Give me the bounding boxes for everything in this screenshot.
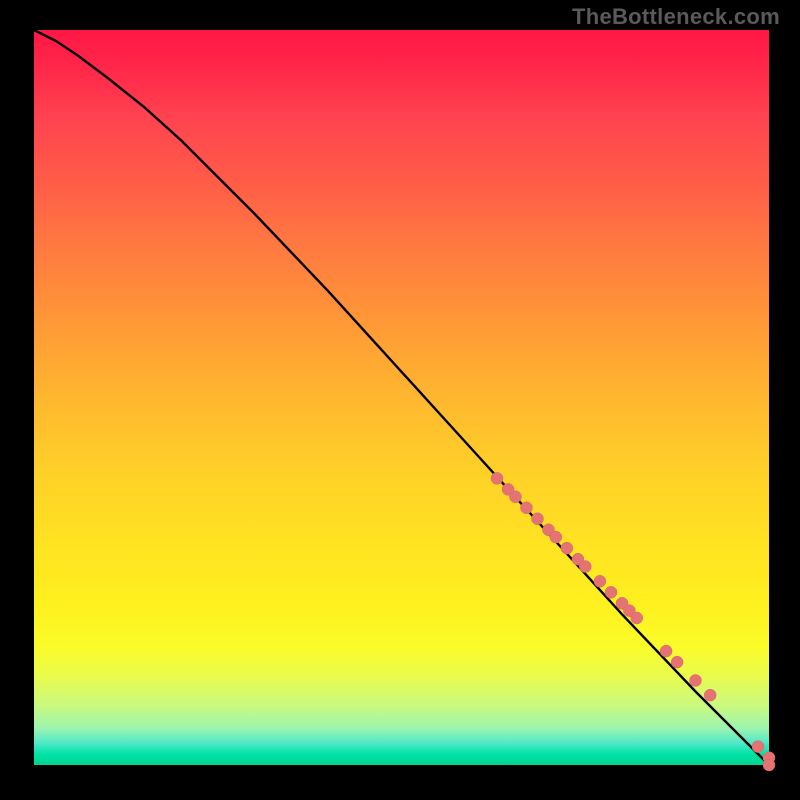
data-point	[631, 612, 643, 624]
chart-frame: TheBottleneck.com	[0, 0, 800, 800]
data-point	[550, 531, 562, 543]
chart-svg	[34, 30, 769, 765]
data-point	[605, 586, 617, 598]
data-point	[763, 759, 775, 771]
data-point	[704, 689, 716, 701]
curve-line	[34, 30, 769, 765]
data-point	[509, 491, 521, 503]
data-point	[579, 561, 591, 573]
data-point	[531, 513, 543, 525]
data-point	[690, 674, 702, 686]
data-point	[594, 575, 606, 587]
data-point	[491, 472, 503, 484]
data-point	[671, 656, 683, 668]
data-point	[520, 502, 532, 514]
data-point	[660, 645, 672, 657]
data-point	[561, 542, 573, 554]
plot-area	[34, 30, 769, 765]
data-points-group	[491, 472, 775, 771]
watermark-text: TheBottleneck.com	[572, 4, 780, 30]
data-point	[752, 741, 764, 753]
